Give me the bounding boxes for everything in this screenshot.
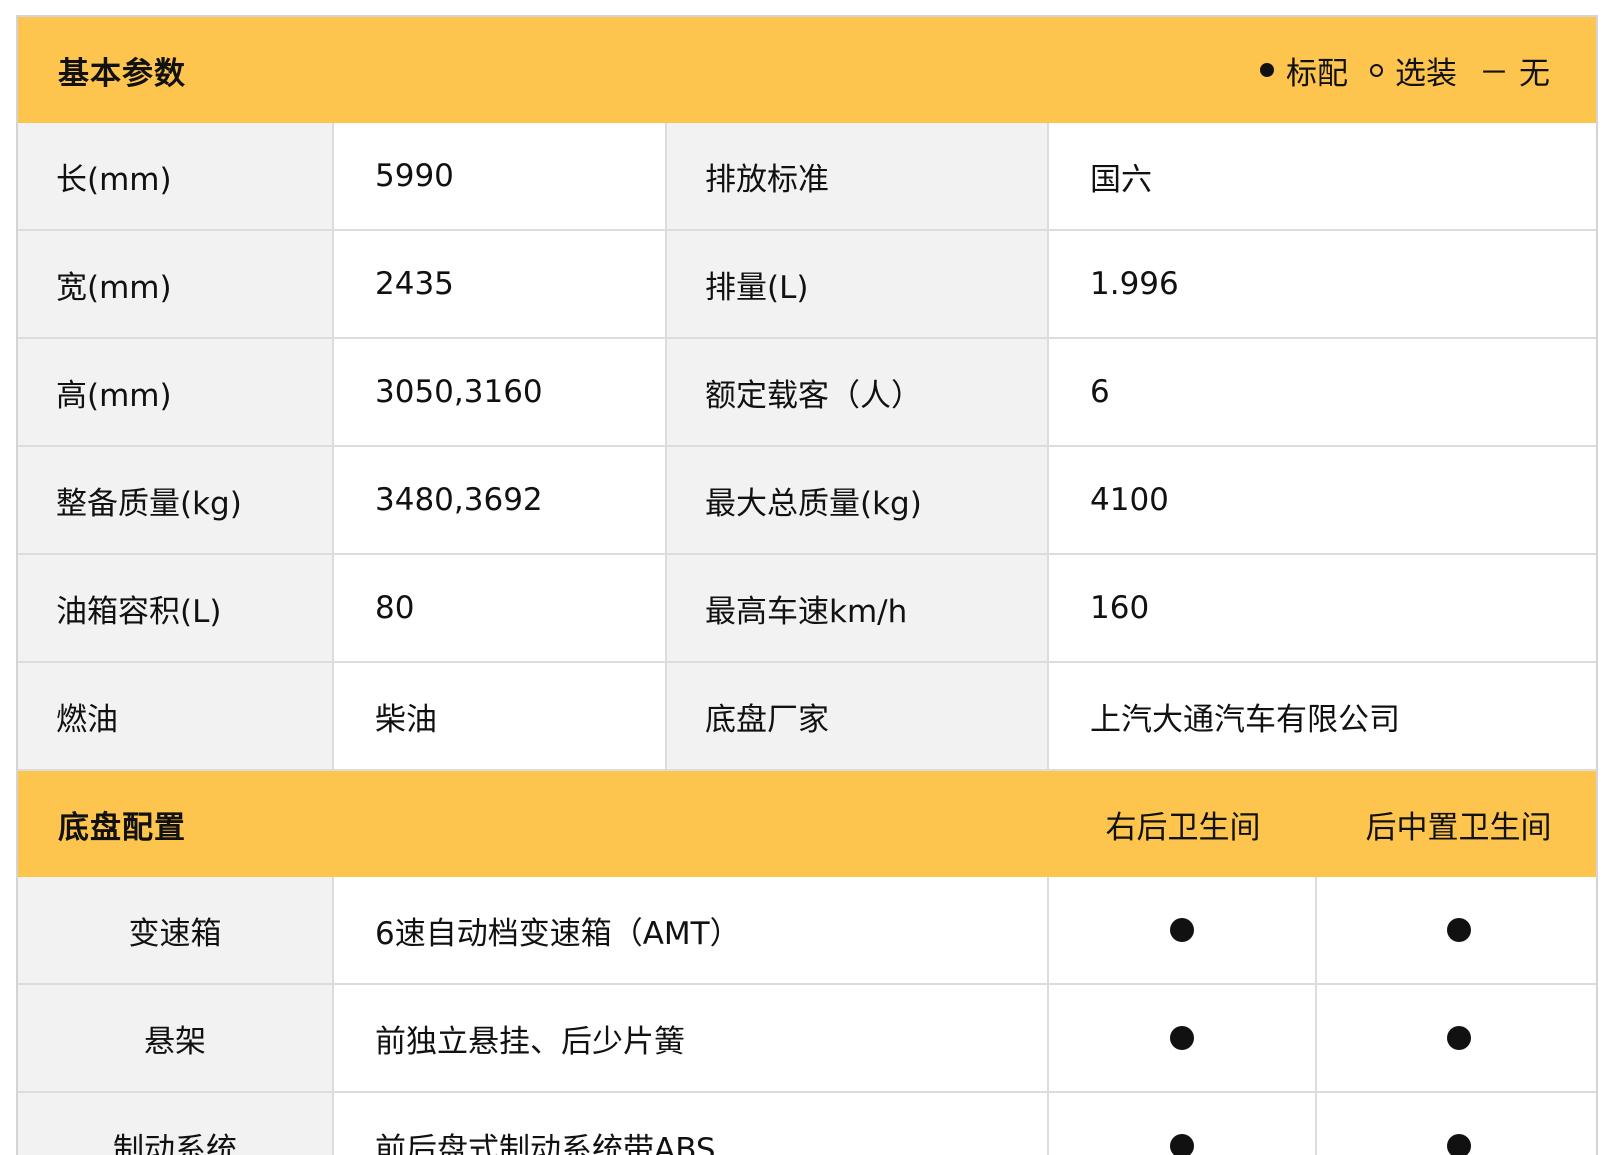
param-value: 6 [1049, 339, 1596, 447]
param-label: 最高车速km/h [667, 555, 1049, 663]
basic-params-table: 长(mm) 5990 排放标准 国六 宽(mm) 2435 排量(L) 1.99… [18, 123, 1596, 771]
param-label: 高(mm) [18, 339, 334, 447]
chassis-value: 前后盘式制动系统带ABS [334, 1093, 1049, 1155]
param-label: 底盘厂家 [667, 663, 1049, 771]
standard-mark [1049, 1093, 1317, 1155]
standard-mark [1049, 877, 1317, 985]
column-header-rear-right-toilet: 右后卫生间 [1105, 809, 1261, 846]
chassis-label: 制动系统 [18, 1093, 334, 1155]
chassis-label: 变速箱 [18, 877, 334, 985]
chassis-value: 6速自动档变速箱（AMT） [334, 877, 1049, 985]
param-label: 额定载客（人） [667, 339, 1049, 447]
param-label: 排量(L) [667, 231, 1049, 339]
param-value: 2435 [334, 231, 667, 339]
param-value: 80 [334, 555, 667, 663]
legend: 标配 选装 － 无 [1238, 17, 1550, 123]
standard-mark [1317, 985, 1596, 1093]
param-value: 上汽大通汽车有限公司 [1049, 663, 1596, 771]
param-label: 油箱容积(L) [18, 555, 334, 663]
param-label: 最大总质量(kg) [667, 447, 1049, 555]
param-value: 3480,3692 [334, 447, 667, 555]
chassis-label: 悬架 [18, 985, 334, 1093]
chassis-config-title: 底盘配置 [58, 809, 186, 846]
filled-dot-icon [1446, 1134, 1471, 1155]
filled-dot-icon [1446, 1026, 1471, 1050]
param-value: 柴油 [334, 663, 667, 771]
filled-dot-icon [1170, 918, 1194, 942]
legend-standard: 标配 [1260, 48, 1348, 93]
chassis-config-table: 变速箱 6速自动档变速箱（AMT） 悬架 前独立悬挂、后少片簧 制动系统 前后盘… [18, 877, 1596, 1155]
hollow-circle-icon [1370, 63, 1383, 77]
param-value: 4100 [1049, 447, 1596, 555]
param-value: 国六 [1049, 123, 1596, 231]
standard-mark [1317, 877, 1596, 985]
legend-none: － 无 [1479, 48, 1550, 93]
filled-dot-icon [1260, 63, 1274, 77]
param-value: 160 [1049, 555, 1596, 663]
param-label: 宽(mm) [18, 231, 334, 339]
basic-params-title: 基本参数 [58, 55, 186, 92]
param-value: 1.996 [1049, 231, 1596, 339]
basic-params-header: 基本参数 标配 选装 － 无 [18, 17, 1596, 123]
legend-optional: 选装 [1370, 48, 1457, 93]
legend-standard-label: 标配 [1286, 55, 1348, 92]
param-value: 3050,3160 [334, 339, 667, 447]
legend-optional-label: 选装 [1395, 55, 1457, 92]
spec-sheet: 基本参数 标配 选装 － 无 长(mm) 5990 排放标准 国六 宽(mm) … [16, 15, 1598, 1155]
filled-dot-icon [1446, 918, 1471, 942]
dash-symbol: － [1479, 56, 1509, 91]
param-label: 长(mm) [18, 123, 334, 231]
param-value: 5990 [334, 123, 667, 231]
param-label: 整备质量(kg) [18, 447, 334, 555]
param-label: 燃油 [18, 663, 334, 771]
filled-dot-icon [1170, 1026, 1194, 1050]
chassis-config-header: 底盘配置 右后卫生间 后中置卫生间 [18, 771, 1596, 877]
standard-mark [1049, 985, 1317, 1093]
chassis-value: 前独立悬挂、后少片簧 [334, 985, 1049, 1093]
param-label: 排放标准 [667, 123, 1049, 231]
filled-dot-icon [1170, 1134, 1194, 1155]
legend-none-label: 无 [1519, 55, 1550, 92]
column-header-rear-middle-toilet: 后中置卫生间 [1365, 809, 1552, 846]
standard-mark [1317, 1093, 1596, 1155]
